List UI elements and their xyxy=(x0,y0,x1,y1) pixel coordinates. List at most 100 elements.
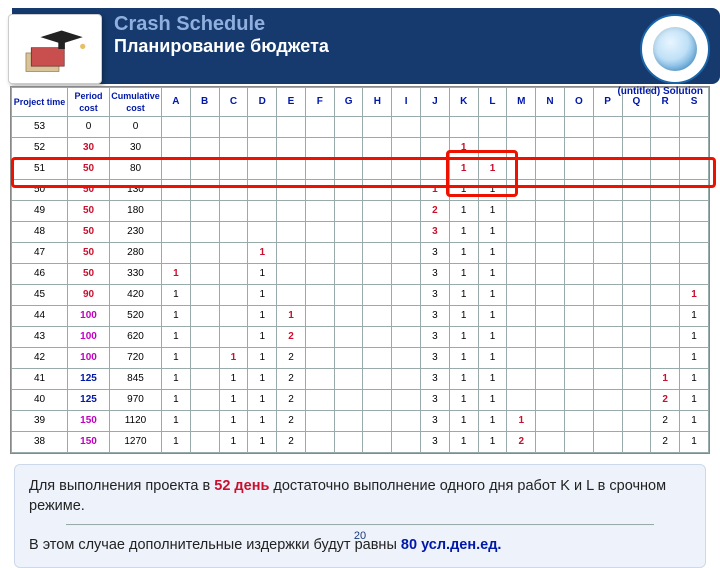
table-cell: 1 xyxy=(449,411,478,432)
table-cell xyxy=(392,369,421,390)
table-cell xyxy=(363,348,392,369)
table-cell xyxy=(564,369,593,390)
table-cell xyxy=(536,327,565,348)
table-cell: 50 xyxy=(68,159,110,180)
table-cell xyxy=(392,138,421,159)
table-cell: 2 xyxy=(277,327,306,348)
slide-title-en: Crash Schedule xyxy=(114,12,720,36)
table-cell: 50 xyxy=(68,243,110,264)
table-cell xyxy=(622,411,651,432)
table-cell xyxy=(334,411,363,432)
table-cell xyxy=(564,222,593,243)
table-cell xyxy=(162,180,191,201)
table-cell xyxy=(334,159,363,180)
table-cell xyxy=(392,390,421,411)
table-cell xyxy=(680,117,709,138)
table-cell: 2 xyxy=(651,432,680,453)
table-cell: 1 xyxy=(248,432,277,453)
table-cell: 1 xyxy=(219,390,248,411)
table-cell xyxy=(248,117,277,138)
table-cell: 1 xyxy=(478,264,507,285)
table-cell: 1 xyxy=(248,390,277,411)
table-cell: 2 xyxy=(277,348,306,369)
table-cell xyxy=(363,222,392,243)
table-cell: 2 xyxy=(277,432,306,453)
table-cell xyxy=(392,306,421,327)
table-cell: 1 xyxy=(449,201,478,222)
table-cell xyxy=(680,201,709,222)
table-cell xyxy=(536,180,565,201)
table-cell: 1 xyxy=(478,243,507,264)
table-cell xyxy=(277,201,306,222)
table-cell: 3 xyxy=(421,327,450,348)
table-cell xyxy=(190,390,219,411)
table-cell xyxy=(305,285,334,306)
table-cell xyxy=(622,138,651,159)
table-cell: 1270 xyxy=(110,432,162,453)
table-cell: 39 xyxy=(12,411,68,432)
table-cell xyxy=(622,432,651,453)
table-cell: 1 xyxy=(449,180,478,201)
page-number: 20 xyxy=(0,530,720,542)
table-cell: 1120 xyxy=(110,411,162,432)
table-header-row: Project timePeriod costCumulative costAB… xyxy=(12,88,709,117)
table-cell xyxy=(536,243,565,264)
table-cell xyxy=(536,390,565,411)
table-cell: 1 xyxy=(162,348,191,369)
table-cell xyxy=(622,117,651,138)
col-header: B xyxy=(190,88,219,117)
table-cell xyxy=(363,390,392,411)
table-cell: 1 xyxy=(478,327,507,348)
table-cell: 90 xyxy=(68,285,110,306)
table-cell xyxy=(622,390,651,411)
table-cell xyxy=(507,138,536,159)
table-cell: 42 xyxy=(12,348,68,369)
table-row: 5230301 xyxy=(12,138,709,159)
table-cell xyxy=(536,117,565,138)
table-cell xyxy=(622,369,651,390)
table-cell xyxy=(507,201,536,222)
table-cell xyxy=(564,117,593,138)
table-cell xyxy=(680,243,709,264)
table-cell: 1 xyxy=(277,306,306,327)
col-header: I xyxy=(392,88,421,117)
table-cell xyxy=(363,201,392,222)
table-cell xyxy=(651,327,680,348)
table-cell xyxy=(363,327,392,348)
table-cell: 1 xyxy=(478,306,507,327)
table-cell: 49 xyxy=(12,201,68,222)
table-cell: 720 xyxy=(110,348,162,369)
table-cell xyxy=(536,201,565,222)
table-cell xyxy=(162,138,191,159)
table-cell xyxy=(363,180,392,201)
table-cell xyxy=(651,348,680,369)
table-cell: 1 xyxy=(478,180,507,201)
table-cell xyxy=(564,306,593,327)
table-cell xyxy=(564,390,593,411)
table-cell xyxy=(190,138,219,159)
table-cell: 620 xyxy=(110,327,162,348)
table-cell: 50 xyxy=(68,222,110,243)
table-cell xyxy=(305,411,334,432)
table-cell: 51 xyxy=(12,159,68,180)
col-header: A xyxy=(162,88,191,117)
table-cell xyxy=(363,243,392,264)
table-cell: 330 xyxy=(110,264,162,285)
table-cell: 1 xyxy=(449,432,478,453)
table-cell xyxy=(507,306,536,327)
table-cell: 1 xyxy=(162,390,191,411)
table-cell: 130 xyxy=(110,180,162,201)
table-cell: 50 xyxy=(68,264,110,285)
table-cell xyxy=(536,432,565,453)
table-cell xyxy=(507,348,536,369)
table-cell: 30 xyxy=(110,138,162,159)
table-cell: 1 xyxy=(680,348,709,369)
table-cell: 45 xyxy=(12,285,68,306)
table-cell xyxy=(190,201,219,222)
table-cell xyxy=(363,411,392,432)
col-header: F xyxy=(305,88,334,117)
table-cell xyxy=(564,411,593,432)
table-cell xyxy=(392,285,421,306)
table-cell: 0 xyxy=(68,117,110,138)
table-cell xyxy=(564,243,593,264)
